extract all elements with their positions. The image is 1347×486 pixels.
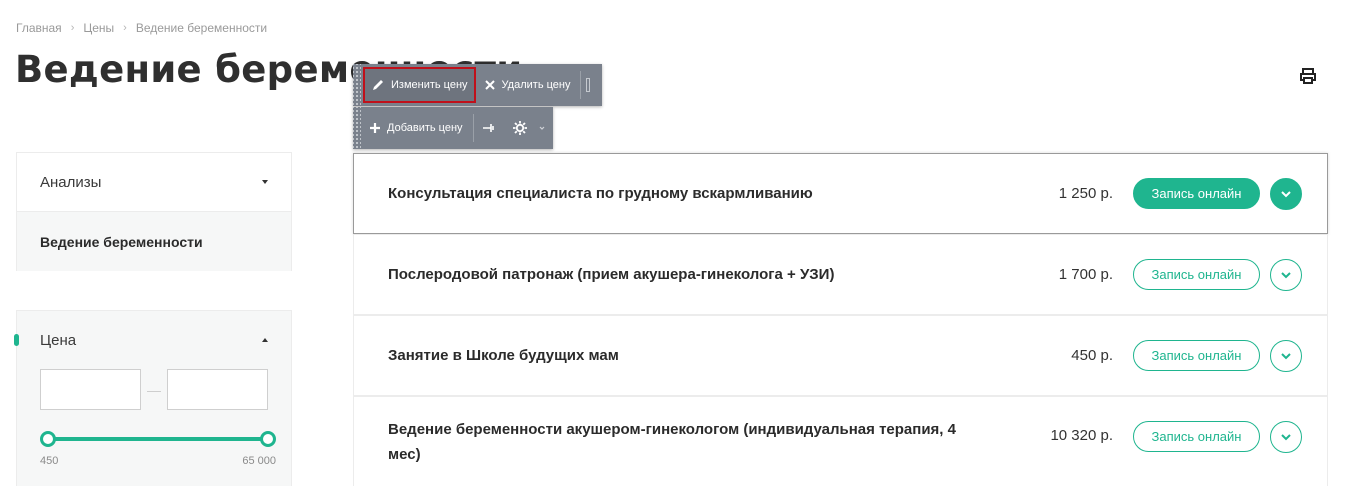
pencil-icon — [373, 80, 383, 90]
book-online-button[interactable]: Запись онлайн — [1133, 340, 1260, 371]
price-row[interactable]: Послеродовой патронаж (прием акушера-гин… — [353, 234, 1328, 315]
expand-button[interactable] — [1270, 258, 1302, 291]
toolbar-grip[interactable] — [353, 64, 361, 106]
add-price-button[interactable]: Добавить цену — [361, 107, 471, 149]
chevron-down-icon — [539, 126, 544, 130]
chevron-down-icon — [1281, 190, 1291, 197]
pin-icon — [482, 124, 494, 132]
price-row[interactable]: Ведение беременности акушером-гинеколого… — [353, 396, 1328, 486]
plus-icon — [370, 123, 380, 133]
service-name: Консультация специалиста по грудному вск… — [388, 185, 813, 202]
service-name: Ведение беременности акушером-гинеколого… — [388, 420, 956, 463]
price-row[interactable]: Занятие в Школе будущих мам 450 р. Запис… — [353, 315, 1328, 396]
category-item-analyzes[interactable]: Анализы — [17, 153, 291, 212]
toolbar-divider — [580, 71, 582, 99]
service-price: 1 250 р. — [1058, 185, 1113, 202]
book-online-button[interactable]: Запись онлайн — [1133, 178, 1260, 209]
delete-price-label: Удалить цену — [501, 79, 571, 91]
delete-price-button[interactable]: Удалить цену — [476, 64, 579, 106]
price-filter: Цена — 450 65 000 — [14, 310, 292, 486]
category-menu: Анализы Ведение беременности — [16, 152, 292, 271]
gear-icon — [512, 121, 527, 135]
price-row[interactable]: Консультация специалиста по грудному вск… — [353, 153, 1328, 234]
edit-toolbar: Изменить цену Удалить цену — [353, 64, 602, 106]
price-from-input[interactable] — [40, 369, 141, 410]
toolbar-grip[interactable] — [353, 107, 361, 149]
print-icon[interactable] — [1298, 66, 1318, 86]
price-range-inputs: — — [40, 369, 268, 410]
settings-button[interactable] — [508, 107, 550, 149]
pin-button[interactable] — [476, 107, 508, 149]
book-online-button[interactable]: Запись онлайн — [1133, 421, 1260, 452]
slider-track — [46, 437, 270, 441]
slider-min-label: 450 — [40, 455, 59, 467]
breadcrumb-separator: › — [123, 22, 127, 34]
breadcrumb-current: Ведение беременности — [135, 21, 268, 35]
price-slider[interactable] — [40, 431, 276, 447]
service-price: 1 700 р. — [1058, 266, 1113, 283]
expand-button[interactable] — [1270, 421, 1302, 453]
caret-down-icon — [262, 180, 268, 184]
service-name: Занятие в Школе будущих мам — [388, 347, 619, 364]
category-label: Ведение беременности — [40, 233, 203, 250]
chevron-down-icon — [1281, 271, 1291, 278]
service-name: Послеродовой патронаж (прием акушера-гин… — [388, 266, 835, 283]
toolbar-divider — [472, 114, 474, 142]
book-online-button[interactable]: Запись онлайн — [1133, 259, 1260, 290]
edit-price-label: Изменить цену — [391, 79, 468, 91]
slider-max-label: 65 000 — [242, 455, 276, 467]
active-indicator — [14, 334, 19, 346]
breadcrumb-home-link[interactable]: Главная — [16, 21, 62, 35]
slider-labels: 450 65 000 — [40, 455, 276, 467]
slider-max-handle[interactable] — [260, 431, 276, 447]
price-filter-label: Цена — [40, 331, 77, 349]
category-label: Анализы — [40, 173, 102, 191]
toolbar-handle[interactable] — [583, 64, 593, 106]
service-price: 450 р. — [1071, 347, 1113, 364]
chevron-down-icon — [1281, 434, 1291, 441]
add-toolbar: Добавить цену — [353, 107, 553, 149]
breadcrumb: Главная › Цены › Ведение беременности — [16, 21, 267, 35]
service-price: 10 320 р. — [1050, 427, 1113, 444]
slider-min-handle[interactable] — [40, 431, 56, 447]
edit-price-button[interactable]: Изменить цену — [363, 67, 476, 103]
breadcrumb-prices-link[interactable]: Цены — [83, 21, 114, 35]
chevron-down-icon — [1281, 352, 1291, 359]
add-price-label: Добавить цену — [387, 122, 463, 134]
range-separator: — — [147, 381, 161, 398]
expand-button[interactable] — [1270, 339, 1302, 372]
breadcrumb-separator: › — [70, 22, 75, 34]
price-to-input[interactable] — [167, 369, 268, 410]
caret-up-icon — [262, 338, 268, 342]
expand-button[interactable] — [1270, 177, 1302, 210]
price-filter-header[interactable]: Цена — [17, 311, 291, 369]
category-item-pregnancy[interactable]: Ведение беременности — [17, 212, 291, 271]
close-icon — [484, 80, 495, 90]
